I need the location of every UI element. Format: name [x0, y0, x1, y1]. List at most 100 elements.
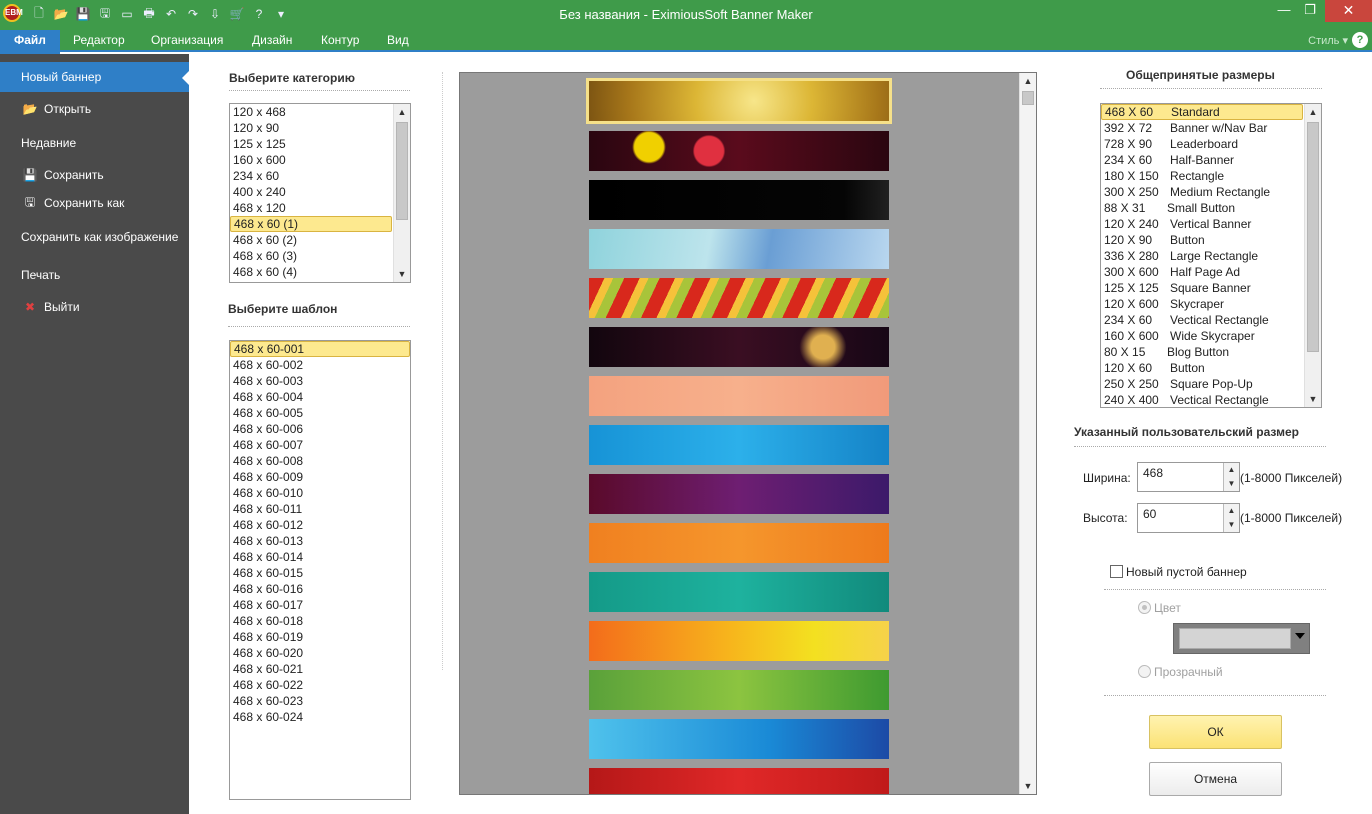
size-item[interactable]: 250 X 250 Square Pop-Up	[1101, 376, 1303, 392]
color-picker-dropdown[interactable]	[1173, 623, 1310, 654]
banner-template-thumbnail[interactable]	[589, 425, 889, 465]
template-item[interactable]: 468 x 60-016	[230, 581, 410, 597]
size-item[interactable]: 120 X 240 Vertical Banner	[1101, 216, 1303, 232]
template-item[interactable]: 468 x 60-003	[230, 373, 410, 389]
scroll-thumb[interactable]	[396, 122, 408, 220]
banner-template-thumbnail[interactable]	[589, 621, 889, 661]
new-blank-banner-checkbox[interactable]	[1110, 565, 1123, 578]
scroll-down-icon[interactable]: ▼	[1305, 391, 1321, 407]
category-item[interactable]: 468 x 120	[230, 200, 392, 216]
nav-new-banner[interactable]: Новый баннер	[0, 62, 190, 92]
template-item[interactable]: 468 x 60-018	[230, 613, 410, 629]
width-spin[interactable]: ▲ ▼	[1223, 463, 1239, 491]
spin-up-icon[interactable]: ▲	[1224, 504, 1239, 518]
template-item[interactable]: 468 x 60-020	[230, 645, 410, 661]
template-item[interactable]: 468 x 60-021	[230, 661, 410, 677]
category-item[interactable]: 120 x 468	[230, 104, 392, 120]
size-item[interactable]: 88 X 31 Small Button	[1101, 200, 1303, 216]
template-item[interactable]: 468 x 60-006	[230, 421, 410, 437]
size-item[interactable]: 120 X 60 Button	[1101, 360, 1303, 376]
template-item[interactable]: 468 x 60-011	[230, 501, 410, 517]
menu-contour[interactable]: Контур	[321, 33, 359, 47]
scroll-up-icon[interactable]: ▲	[394, 104, 410, 120]
preview-scrollbar[interactable]: ▲ ▼	[1019, 73, 1036, 794]
banner-template-thumbnail[interactable]	[589, 474, 889, 514]
menu-file[interactable]: Файл	[0, 30, 60, 54]
scroll-up-icon[interactable]: ▲	[1305, 104, 1321, 120]
category-item[interactable]: 468 x 60 (4)	[230, 264, 392, 280]
color-radio[interactable]	[1138, 601, 1151, 614]
size-item[interactable]: 80 X 15 Blog Button	[1101, 344, 1303, 360]
template-item[interactable]: 468 x 60-005	[230, 405, 410, 421]
banner-template-thumbnail[interactable]	[589, 180, 889, 220]
size-item[interactable]: 728 X 90 Leaderboard	[1101, 136, 1303, 152]
banner-template-thumbnail[interactable]	[589, 572, 889, 612]
scroll-thumb[interactable]	[1307, 122, 1319, 352]
size-item[interactable]: 180 X 150 Rectangle	[1101, 168, 1303, 184]
nav-save-as[interactable]: 🖫 Сохранить как	[0, 188, 189, 218]
template-item[interactable]: 468 x 60-010	[230, 485, 410, 501]
size-item[interactable]: 125 X 125 Square Banner	[1101, 280, 1303, 296]
template-preview-pane[interactable]: ▲ ▼	[459, 72, 1037, 795]
template-item[interactable]: 468 x 60-013	[230, 533, 410, 549]
banner-template-thumbnail[interactable]	[589, 229, 889, 269]
size-item[interactable]: 234 X 60 Vectical Rectangle	[1101, 312, 1303, 328]
category-item[interactable]: 400 x 240	[230, 184, 392, 200]
banner-template-thumbnail[interactable]	[589, 131, 889, 171]
template-item[interactable]: 468 x 60-023	[230, 693, 410, 709]
category-item[interactable]: 468 x 60 (1)	[230, 216, 392, 232]
minimize-button[interactable]: —	[1270, 0, 1298, 22]
menu-view[interactable]: Вид	[387, 33, 409, 47]
ok-button[interactable]: ОК	[1149, 715, 1282, 749]
banner-template-thumbnail[interactable]	[589, 327, 889, 367]
cancel-button[interactable]: Отмена	[1149, 762, 1282, 796]
template-item[interactable]: 468 x 60-019	[230, 629, 410, 645]
template-item[interactable]: 468 x 60-015	[230, 565, 410, 581]
template-item[interactable]: 468 x 60-024	[230, 709, 410, 725]
menu-design[interactable]: Дизайн	[252, 33, 292, 47]
template-item[interactable]: 468 x 60-017	[230, 597, 410, 613]
size-item[interactable]: 120 X 600 Skycraper	[1101, 296, 1303, 312]
banner-template-thumbnail[interactable]	[589, 523, 889, 563]
banner-template-thumbnail[interactable]	[589, 719, 889, 759]
help-icon[interactable]: ?	[1352, 32, 1368, 48]
transparent-radio[interactable]	[1138, 665, 1151, 678]
size-item[interactable]: 240 X 400 Vectical Rectangle	[1101, 392, 1303, 407]
banner-template-thumbnail[interactable]	[589, 278, 889, 318]
banner-template-thumbnail[interactable]	[589, 670, 889, 710]
size-item[interactable]: 336 X 280 Large Rectangle	[1101, 248, 1303, 264]
template-item[interactable]: 468 x 60-004	[230, 389, 410, 405]
category-item[interactable]: 234 x 60	[230, 168, 392, 184]
style-menu[interactable]: Стиль ▾	[1308, 34, 1348, 47]
scroll-down-icon[interactable]: ▼	[1020, 778, 1036, 794]
size-item[interactable]: 300 X 250 Medium Rectangle	[1101, 184, 1303, 200]
nav-exit[interactable]: ✖ Выйти	[0, 292, 189, 322]
template-listbox[interactable]: 468 x 60-001 468 x 60-002 468 x 60-003 468 …	[229, 340, 411, 800]
nav-recent[interactable]: Недавние	[0, 128, 189, 158]
category-item[interactable]: 468 x 60 (2)	[230, 232, 392, 248]
spin-down-icon[interactable]: ▼	[1224, 477, 1239, 491]
category-item[interactable]: 120 x 90	[230, 120, 392, 136]
menu-editor[interactable]: Редактор	[73, 33, 125, 47]
template-item[interactable]: 468 x 60-002	[230, 357, 410, 373]
width-stepper[interactable]: 468 ▲ ▼	[1137, 462, 1240, 492]
template-item[interactable]: 468 x 60-001	[230, 341, 410, 357]
template-item[interactable]: 468 x 60-007	[230, 437, 410, 453]
height-stepper[interactable]: 60 ▲ ▼	[1137, 503, 1240, 533]
sizes-scrollbar[interactable]: ▲ ▼	[1304, 104, 1321, 407]
template-item[interactable]: 468 x 60-012	[230, 517, 410, 533]
category-item[interactable]: 125 x 125	[230, 136, 392, 152]
banner-template-thumbnail[interactable]	[589, 376, 889, 416]
template-item[interactable]: 468 x 60-022	[230, 677, 410, 693]
category-item[interactable]: 468 x 60 (3)	[230, 248, 392, 264]
category-scrollbar[interactable]: ▲ ▼	[393, 104, 410, 282]
banner-template-thumbnail[interactable]	[586, 78, 892, 124]
nav-save[interactable]: 💾 Сохранить	[0, 160, 189, 190]
nav-open[interactable]: 📂 Открыть	[0, 94, 189, 124]
template-item[interactable]: 468 x 60-009	[230, 469, 410, 485]
close-button[interactable]: ✕	[1325, 0, 1372, 22]
scroll-thumb[interactable]	[1022, 91, 1034, 105]
category-item[interactable]: 160 x 600	[230, 152, 392, 168]
template-item[interactable]: 468 x 60-008	[230, 453, 410, 469]
spin-up-icon[interactable]: ▲	[1224, 463, 1239, 477]
